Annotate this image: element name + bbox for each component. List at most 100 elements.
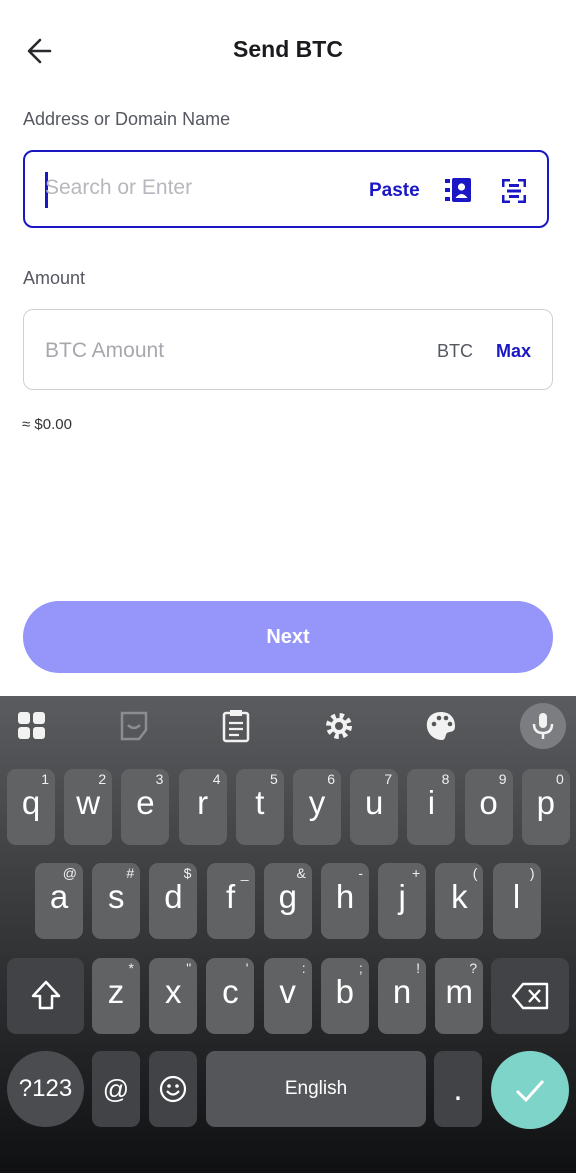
key-t[interactable]: t5: [235, 769, 284, 845]
key-hint: ?: [469, 960, 478, 976]
qr-scan-icon[interactable]: [502, 179, 526, 203]
key-letter: q: [21, 784, 41, 821]
key-letter: m: [445, 973, 473, 1010]
key-d[interactable]: d $: [149, 863, 198, 939]
key-letter: x: [164, 973, 182, 1010]
key-hint: (: [472, 865, 478, 881]
key-letter: b: [335, 973, 354, 1010]
apps-grid-icon[interactable]: [10, 706, 54, 746]
key-letter: u: [365, 784, 384, 821]
next-button[interactable]: Next: [23, 601, 553, 673]
key-b[interactable]: b;: [320, 958, 369, 1034]
shift-key[interactable]: [7, 958, 84, 1034]
space-key[interactable]: English: [206, 1051, 426, 1127]
key-s[interactable]: s #: [92, 863, 141, 939]
header: Send BTC: [0, 0, 576, 100]
key-hint: 6: [327, 771, 335, 787]
address-input[interactable]: Search or Enter: [45, 176, 192, 200]
key-hint: 4: [212, 771, 221, 787]
backspace-key[interactable]: [491, 958, 569, 1034]
microphone-icon: [532, 713, 554, 739]
key-letter: t: [255, 784, 265, 821]
key-hint: 8: [441, 771, 450, 787]
amount-label: Amount: [23, 268, 86, 288]
key-hint: ": [186, 960, 192, 976]
key-z[interactable]: z *: [92, 958, 140, 1034]
key-n[interactable]: n!: [378, 958, 426, 1034]
key-m[interactable]: m?: [435, 958, 484, 1034]
key-a[interactable]: a @: [35, 863, 83, 939]
key-q[interactable]: q1: [7, 769, 55, 845]
palette-icon[interactable]: [419, 706, 463, 746]
paste-button[interactable]: Paste: [369, 180, 420, 202]
microphone-button[interactable]: [520, 703, 566, 749]
emoji-key[interactable]: [149, 1051, 197, 1127]
key-hint: ': [245, 960, 249, 976]
key-hint: ): [529, 865, 535, 881]
key-hint: 7: [384, 771, 393, 787]
key-letter: l: [512, 878, 521, 915]
key-k[interactable]: k(: [435, 863, 484, 939]
backspace-icon: [511, 982, 549, 1010]
key-hint: _: [240, 865, 249, 881]
key-w[interactable]: w2: [64, 769, 113, 845]
key-letter: d: [164, 878, 183, 915]
key-letter: z: [107, 973, 125, 1010]
address-label: Address or Domain Name: [23, 109, 231, 129]
key-letter: h: [335, 878, 355, 915]
key-hint: #: [126, 865, 135, 881]
key-letter: p: [536, 784, 555, 821]
key-hint: 9: [498, 771, 507, 787]
key-y[interactable]: y6: [293, 769, 341, 845]
key-letter: k: [451, 878, 468, 915]
key-letter: a: [49, 878, 69, 915]
key-v[interactable]: v:: [263, 958, 312, 1034]
symbols-key[interactable]: ?123: [7, 1051, 84, 1127]
key-letter: c: [222, 973, 239, 1010]
key-g[interactable]: g &: [263, 863, 312, 939]
key-hint: 2: [98, 771, 107, 787]
key-letter: w: [76, 784, 101, 821]
amount-input[interactable]: BTC Amount: [45, 339, 164, 363]
amount-field[interactable]: BTC Amount BTC Max: [23, 309, 553, 390]
key-j[interactable]: j +: [378, 863, 427, 939]
key-i[interactable]: i8: [407, 769, 456, 845]
key-hint: @: [62, 865, 77, 881]
key-letter: r: [197, 784, 209, 821]
key-letter: e: [136, 784, 155, 821]
max-button[interactable]: Max: [496, 341, 531, 362]
checkmark-icon: [515, 1079, 545, 1103]
key-hint: *: [128, 960, 134, 976]
sticker-icon[interactable]: [112, 706, 156, 746]
key-c[interactable]: c ': [206, 958, 255, 1034]
key-letter: n: [392, 973, 412, 1010]
settings-gear-icon[interactable]: [317, 706, 361, 746]
clipboard-icon[interactable]: [214, 706, 258, 746]
key-h[interactable]: h-: [321, 863, 369, 939]
key-f[interactable]: f _: [206, 863, 255, 939]
key-o[interactable]: o9: [464, 769, 513, 845]
key-x[interactable]: x ": [149, 958, 198, 1034]
key-hint: +: [412, 865, 421, 881]
contacts-icon[interactable]: [445, 178, 473, 202]
key-e[interactable]: e3: [121, 769, 170, 845]
key-p[interactable]: p0: [521, 769, 570, 845]
address-field[interactable]: Search or Enter Paste: [23, 150, 549, 228]
at-key[interactable]: @: [92, 1051, 140, 1127]
key-l[interactable]: l): [492, 863, 541, 939]
key-hint: :: [301, 960, 306, 976]
emoji-smile-icon: [159, 1075, 187, 1103]
keyboard: q1w2e3r4t5y6u7i8o9p0 a @ s # d $ f _ g & h - j + k(l) …: [0, 696, 576, 1173]
key-hint: 3: [155, 771, 164, 787]
currency-unit: BTC: [437, 341, 473, 361]
key-u[interactable]: u7: [350, 769, 399, 845]
enter-key[interactable]: [491, 1051, 569, 1129]
key-letter: f: [226, 878, 236, 915]
page-title: Send BTC: [233, 36, 343, 62]
key-r[interactable]: r4: [178, 769, 227, 845]
key-letter: g: [278, 878, 297, 915]
key-letter: j: [398, 878, 406, 915]
key-hint: -: [358, 865, 363, 881]
key-letter: y: [308, 784, 326, 821]
period-key[interactable]: .: [434, 1051, 482, 1127]
